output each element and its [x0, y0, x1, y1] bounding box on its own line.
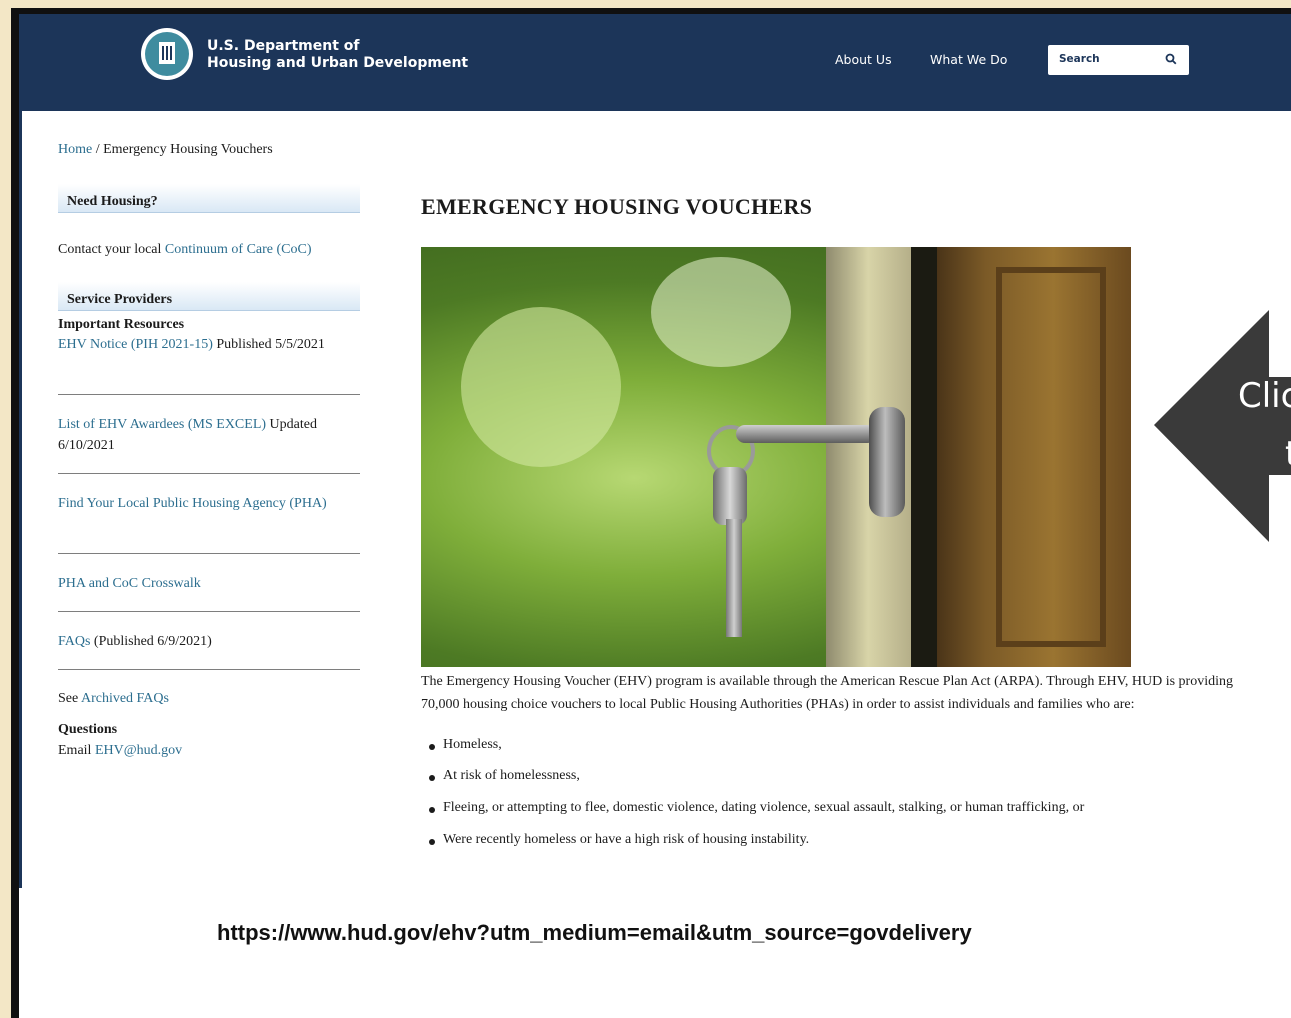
coc-link[interactable]: Continuum of Care (CoC): [165, 242, 312, 257]
list-item: At risk of homelessness,: [429, 768, 580, 783]
list-item: Fleeing, or attempting to flee, domestic…: [428, 800, 1085, 815]
bokeh-highlight: [461, 307, 621, 467]
seal-building-icon: [159, 42, 175, 64]
key-in-lock: [736, 425, 876, 443]
questions-email: Email EHV@hud.gov: [58, 740, 360, 761]
sidebar-heading-service-providers: Service Providers: [58, 282, 360, 311]
divider: [58, 394, 360, 395]
resource-awardees: List of EHV Awardees (MS EXCEL) Updated …: [58, 414, 360, 456]
page-url-caption: https://www.hud.gov/ehv?utm_medium=email…: [217, 920, 972, 945]
site-header: U.S. Department of Housing and Urban Dev…: [22, 14, 1291, 111]
need-housing-contact: Contact your local Continuum of Care (Co…: [58, 239, 360, 260]
divider: [58, 611, 360, 612]
bokeh-highlight: [651, 257, 791, 367]
crosswalk-link[interactable]: PHA and CoC Crosswalk: [58, 576, 201, 591]
ehv-notice-date: Published 5/5/2021: [212, 337, 325, 352]
seal-inner: [145, 32, 189, 76]
email-prefix: Email: [58, 743, 95, 758]
ehv-notice-link[interactable]: EHV Notice (PIH 2021-15): [58, 337, 213, 352]
callout-arrow: [1154, 310, 1291, 542]
list-item: Were recently homeless or have a high ri…: [428, 832, 810, 847]
archived-faqs: See Archived FAQs: [58, 688, 360, 709]
callout-arrow-shape: [1154, 310, 1291, 542]
email-link[interactable]: EHV@hud.gov: [95, 743, 182, 758]
contact-prefix: Contact your local: [58, 242, 165, 257]
list-item: Homeless,: [429, 737, 502, 752]
hanging-key-head: [713, 467, 747, 525]
divider: [58, 669, 360, 670]
hanging-key-blade: [726, 519, 742, 637]
breadcrumb: Home / Emergency Housing Vouchers: [58, 142, 273, 158]
door-gap: [911, 247, 937, 667]
service-providers-heading: Service Providers: [67, 292, 173, 307]
search-icon: [1165, 53, 1177, 65]
faqs-date: (Published 6/9/2021): [90, 634, 212, 649]
door-lock: [869, 407, 905, 517]
nav-what-we-do[interactable]: What We Do: [930, 52, 1007, 67]
resource-find-pha: Find Your Local Public Housing Agency (P…: [58, 493, 360, 514]
search-button[interactable]: [1153, 45, 1189, 75]
search-placeholder: Search: [1059, 53, 1100, 65]
search-input[interactable]: Search: [1048, 45, 1189, 75]
find-pha-link[interactable]: Find Your Local Public Housing Agency (P…: [58, 496, 327, 511]
callout-text-line2: t: [1285, 434, 1291, 474]
faqs-link[interactable]: FAQs: [58, 634, 90, 649]
breadcrumb-current: Emergency Housing Vouchers: [103, 142, 273, 157]
door-panel: [996, 267, 1106, 647]
questions-heading: Questions: [58, 722, 118, 737]
nav-about-us[interactable]: About Us: [835, 52, 892, 67]
important-resources-heading: Important Resources: [58, 317, 185, 332]
awardees-link[interactable]: List of EHV Awardees (MS EXCEL): [58, 417, 266, 432]
archived-faqs-link[interactable]: Archived FAQs: [81, 691, 169, 706]
agency-line1: U.S. Department of: [207, 38, 360, 54]
divider: [58, 553, 360, 554]
callout-text: Clic: [1238, 376, 1291, 416]
hero-image-key-in-door: [421, 247, 1131, 667]
resource-faqs: FAQs (Published 6/9/2021): [58, 631, 360, 652]
agency-line2: Housing and Urban Development: [207, 55, 469, 71]
left-accent-bar: [19, 14, 22, 888]
intro-paragraph: The Emergency Housing Voucher (EHV) prog…: [421, 674, 1233, 712]
divider: [58, 473, 360, 474]
need-housing-heading: Need Housing?: [67, 194, 158, 209]
sidebar-heading-need-housing: Need Housing?: [58, 184, 360, 213]
breadcrumb-home[interactable]: Home: [58, 142, 92, 157]
page-title: EMERGENCY HOUSING VOUCHERS: [421, 194, 813, 219]
breadcrumb-separator: /: [92, 142, 104, 157]
browser-page: U.S. Department of Housing and Urban Dev…: [19, 14, 1291, 1018]
resource-crosswalk: PHA and CoC Crosswalk: [58, 573, 360, 594]
resource-ehv-notice: EHV Notice (PIH 2021-15) Published 5/5/2…: [58, 334, 360, 355]
agency-name[interactable]: U.S. Department of Housing and Urban Dev…: [207, 38, 468, 72]
hud-seal-logo[interactable]: [141, 28, 193, 80]
archived-prefix: See: [58, 691, 81, 706]
